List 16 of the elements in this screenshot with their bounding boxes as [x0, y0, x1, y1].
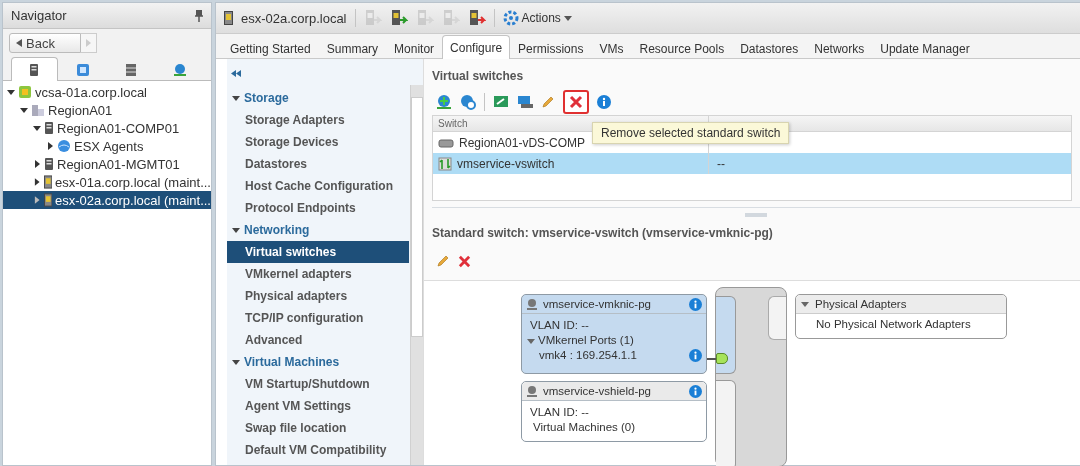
section-title: Standard switch: vmservice-vswitch (vmservice-vmknic-pg): [432, 225, 774, 242]
panel-title: Navigator: [11, 8, 67, 23]
table-cell: vmservice-vswitch: [457, 156, 555, 171]
table-cell: RegionA01-vDS-COMP: [459, 135, 586, 150]
section-label: Virtual Machines (0): [532, 420, 637, 435]
tooltip: Remove selected standard switch: [592, 122, 790, 144]
vlan-label: VLAN ID: --: [529, 318, 590, 333]
table-cell-text: --: [716, 155, 726, 173]
card-title: Physical Adapters: [815, 298, 907, 310]
adapter-label: vmk4 : 169.254.1.1: [538, 348, 638, 363]
empty-message: No Physical Network Adapters: [815, 317, 972, 330]
section-title: Virtual switches: [432, 68, 525, 85]
port-group-name: vmservice-vmknic-pg: [543, 298, 652, 310]
object-title: esx-02a.corp.local: [241, 10, 347, 26]
vlan-label: VLAN ID: --: [529, 405, 590, 420]
port-group-name: vmservice-vshield-pg: [543, 385, 652, 397]
